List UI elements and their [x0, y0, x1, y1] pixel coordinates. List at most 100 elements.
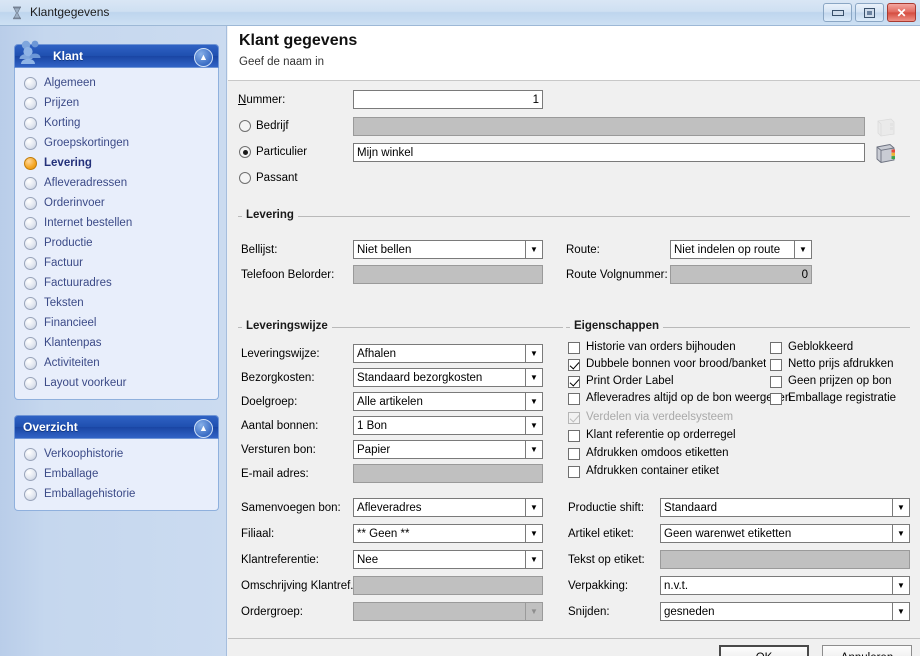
checkbox-geblokkeerd[interactable]: Geblokkeerd [770, 341, 920, 354]
productie-shift-value: Standaard [664, 501, 718, 514]
sidebar-group-overzicht-header[interactable]: Overzicht ▲ [14, 415, 219, 439]
customer-icon [9, 5, 25, 21]
chevron-down-icon[interactable]: ▼ [892, 603, 909, 620]
leveringswijze-combo[interactable]: Afhalen ▼ [353, 344, 543, 363]
bullet-icon [24, 116, 37, 130]
chevron-down-icon[interactable]: ▼ [892, 525, 909, 542]
bezorgkosten-combo[interactable]: Standaard bezorgkosten ▼ [353, 368, 543, 387]
artikel-etiket-combo[interactable]: Geen warenwet etiketten ▼ [660, 524, 910, 543]
chevron-down-icon[interactable]: ▼ [525, 525, 542, 542]
chevron-down-icon[interactable]: ▼ [525, 241, 542, 258]
sidebar-item-label: Prijzen [44, 97, 80, 109]
chevron-down-icon[interactable]: ▼ [892, 577, 909, 594]
radio-circle-icon-selected [239, 146, 251, 158]
bullet-icon [24, 467, 37, 481]
sidebar-group-klant-header[interactable]: Klant ▲ [14, 40, 219, 68]
sidebar-item-layout-voorkeur[interactable]: Layout voorkeur [15, 373, 218, 393]
radio-bedrijf[interactable]: Bedrijf [239, 120, 289, 132]
sidebar-item-klantenpas[interactable]: Klantenpas [15, 333, 218, 353]
chevron-up-icon[interactable]: ▲ [194, 419, 213, 438]
sidebar-item-orderinvoer[interactable]: Orderinvoer [15, 193, 218, 213]
route-value: Niet indelen op route [674, 243, 781, 256]
sidebar-item-productie[interactable]: Productie [15, 233, 218, 253]
sidebar-item-factuur[interactable]: Factuur [15, 253, 218, 273]
checkbox-netto-prijs-afdrukken[interactable]: Netto prijs afdrukken [770, 358, 920, 371]
tekst-op-etiket-input [660, 550, 910, 569]
sidebar-item-label: Verkoophistorie [44, 448, 124, 460]
checkbox-afleveradres-altijd-op-de-bon-weergeven[interactable]: Afleveradres altijd op de bon weergeven [568, 392, 795, 405]
sidebar-item-emballagehistorie[interactable]: Emballagehistorie [15, 484, 218, 504]
chevron-down-icon[interactable]: ▼ [525, 369, 542, 386]
bullet-icon [24, 216, 37, 230]
close-button[interactable]: ✕ [887, 3, 916, 22]
filiaal-combo[interactable]: ** Geen ** ▼ [353, 524, 543, 543]
chevron-down-icon[interactable]: ▼ [892, 499, 909, 516]
chevron-down-icon[interactable]: ▼ [794, 241, 811, 258]
sidebar-item-afleveradressen[interactable]: Afleveradressen [15, 173, 218, 193]
close-icon: ✕ [896, 5, 907, 20]
checkbox-afdrukken-container-etiket[interactable]: Afdrukken container etiket [568, 465, 783, 478]
sidebar-item-prijzen[interactable]: Prijzen [15, 93, 218, 113]
klantreferentie-value: Nee [357, 553, 379, 566]
snijden-combo[interactable]: gesneden ▼ [660, 602, 910, 621]
chevron-down-icon[interactable]: ▼ [525, 393, 542, 410]
tekst-op-etiket-label: Tekst op etiket: [568, 554, 645, 566]
checkbox-icon [568, 393, 580, 405]
doelgroep-label: Doelgroep: [241, 396, 298, 408]
nummer-input[interactable] [353, 90, 543, 109]
ok-button[interactable]: OK [719, 645, 809, 656]
particulier-naam-input[interactable] [353, 143, 865, 162]
minimize-button[interactable] [823, 3, 852, 22]
chevron-down-icon[interactable]: ▼ [525, 441, 542, 458]
checkbox-emballage-registratie[interactable]: Emballage registratie [770, 392, 920, 405]
sidebar-item-teksten[interactable]: Teksten [15, 293, 218, 313]
checkbox-afdrukken-omdoos-etiketten[interactable]: Afdrukken omdoos etiketten [568, 447, 783, 460]
verpakking-combo[interactable]: n.v.t. ▼ [660, 576, 910, 595]
maximize-button[interactable] [855, 3, 884, 22]
filiaal-value: ** Geen ** [357, 527, 410, 540]
sidebar-item-groepskortingen[interactable]: Groepskortingen [15, 133, 218, 153]
telefoon-belorder-label: Telefoon Belorder: [241, 269, 335, 281]
eigenschappen-group-caption: Eigenschappen [570, 320, 663, 332]
chevron-down-icon[interactable]: ▼ [525, 417, 542, 434]
radio-bedrijf-label: Bedrijf [256, 120, 289, 132]
checkbox-dubbele-bonnen-voor-brood-banket[interactable]: Dubbele bonnen voor brood/banket [568, 358, 786, 371]
bullet-icon [24, 96, 37, 110]
address-book-icon[interactable] [873, 142, 899, 166]
klantreferentie-combo[interactable]: Nee ▼ [353, 550, 543, 569]
chevron-down-icon[interactable]: ▼ [525, 551, 542, 568]
aantal-bonnen-combo[interactable]: 1 Bon ▼ [353, 416, 543, 435]
bullet-icon-active [24, 156, 37, 170]
checkbox-historie-van-orders-bijhouden[interactable]: Historie van orders bijhouden [568, 341, 778, 354]
sidebar-item-korting[interactable]: Korting [15, 113, 218, 133]
main-content: Klant gegevens Geef de naam in Nummer: B… [228, 26, 920, 656]
sidebar-item-factuuradres[interactable]: Factuuradres [15, 273, 218, 293]
route-combo[interactable]: Niet indelen op route ▼ [670, 240, 812, 259]
productie-shift-combo[interactable]: Standaard ▼ [660, 498, 910, 517]
bullet-icon [24, 447, 37, 461]
sidebar-item-levering[interactable]: Levering [15, 153, 218, 173]
samenvoegen-bon-combo[interactable]: Afleveradres ▼ [353, 498, 543, 517]
versturen-bon-combo[interactable]: Papier ▼ [353, 440, 543, 459]
checkbox-print-order-label[interactable]: Print Order Label [568, 375, 778, 388]
bezorgkosten-value: Standaard bezorgkosten [357, 371, 483, 384]
sidebar-item-emballage[interactable]: Emballage [15, 464, 218, 484]
sidebar-item-activiteiten[interactable]: Activiteiten [15, 353, 218, 373]
chevron-down-icon[interactable]: ▼ [525, 345, 542, 362]
radio-passant[interactable]: Passant [239, 172, 298, 184]
sidebar-item-internet-bestellen[interactable]: Internet bestellen [15, 213, 218, 233]
bellijst-combo[interactable]: Niet bellen ▼ [353, 240, 543, 259]
radio-particulier[interactable]: Particulier [239, 146, 307, 158]
page-title: Klant gegevens [239, 32, 358, 49]
sidebar-item-label: Productie [44, 237, 93, 249]
cancel-button-label: Annuleren [841, 652, 893, 656]
cancel-button[interactable]: Annuleren [822, 645, 912, 656]
sidebar-item-algemeen[interactable]: Algemeen [15, 73, 218, 93]
doelgroep-combo[interactable]: Alle artikelen ▼ [353, 392, 543, 411]
chevron-down-icon[interactable]: ▼ [525, 499, 542, 516]
checkbox-geen-prijzen-op-bon[interactable]: Geen prijzen op bon [770, 375, 920, 388]
chevron-up-icon[interactable]: ▲ [194, 48, 213, 67]
checkbox-klant-referentie-op-orderregel[interactable]: Klant referentie op orderregel [568, 429, 783, 442]
sidebar-item-verkoophistorie[interactable]: Verkoophistorie [15, 444, 218, 464]
sidebar-item-financieel[interactable]: Financieel [15, 313, 218, 333]
